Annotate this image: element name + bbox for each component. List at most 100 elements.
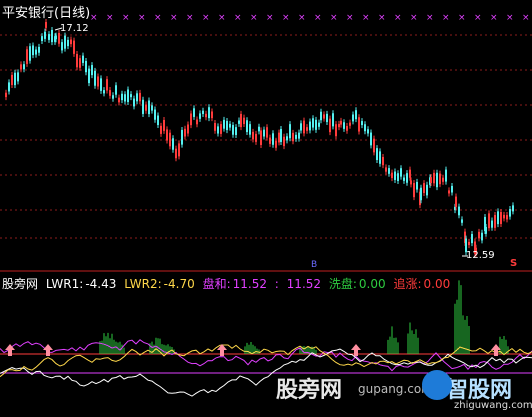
candle-body xyxy=(423,183,425,193)
signal-marker: × xyxy=(506,13,514,23)
candle-body xyxy=(11,74,13,85)
candle-body xyxy=(29,46,31,61)
signal-marker: × xyxy=(154,13,162,23)
candle-body xyxy=(121,93,123,101)
candle-body xyxy=(323,114,325,119)
candle-body xyxy=(109,90,111,96)
candle-body xyxy=(32,45,34,56)
candle-body xyxy=(154,109,156,120)
signal-marker: × xyxy=(458,13,466,23)
candle-body xyxy=(320,111,322,121)
candle-body xyxy=(17,72,19,82)
signal-marker: × xyxy=(394,13,402,23)
candle-body xyxy=(26,49,28,64)
signal-marker: × xyxy=(474,13,482,23)
candle-body xyxy=(332,113,334,127)
candle-body xyxy=(286,136,288,141)
candle-body xyxy=(133,98,135,107)
candle-body xyxy=(442,177,444,182)
candle-body xyxy=(136,93,138,102)
candle-body xyxy=(187,124,189,134)
signal-marker: × xyxy=(90,13,98,23)
indicator-panel[interactable]: 股旁网 LWR1: -4.43 LWR2: -4.70 盘和: 11.52 : 11.… xyxy=(0,272,532,417)
candle-body xyxy=(430,177,432,184)
candle-body xyxy=(196,119,198,125)
candle-body xyxy=(420,187,422,201)
signal-marker: × xyxy=(170,13,178,23)
candle-body xyxy=(142,99,144,114)
candle-body xyxy=(370,132,372,146)
candle-body xyxy=(272,133,274,145)
zhuizhang-value: 0.00 xyxy=(423,277,451,291)
candle-body xyxy=(289,124,291,139)
candle-body xyxy=(260,130,262,145)
candle-body xyxy=(361,121,363,126)
signal-marker: × xyxy=(250,13,258,23)
candle-body xyxy=(439,173,441,185)
candle-body xyxy=(79,58,81,68)
candle-body xyxy=(232,125,234,135)
candle-body xyxy=(214,123,216,131)
candle-body xyxy=(73,40,75,54)
candle-body xyxy=(367,129,369,134)
price-panel[interactable]: × × × × × × × × × × × × × × × × × × × × × × × × × × × × 平安银行(日线) 17… xyxy=(0,0,532,272)
candle-body xyxy=(172,138,174,150)
candle-body xyxy=(169,132,171,147)
candle-body xyxy=(488,213,490,229)
low-price-label: 12.59 xyxy=(466,250,495,261)
candle-body xyxy=(85,60,87,73)
candle-body xyxy=(315,119,317,130)
candle-body xyxy=(318,122,320,127)
candle-body xyxy=(364,124,366,132)
candle-body xyxy=(100,78,102,91)
candle-body xyxy=(410,180,412,185)
candle-body xyxy=(468,241,470,246)
candle-body xyxy=(91,65,93,76)
zhuizhang-label: 追涨: xyxy=(393,277,422,291)
candle-body xyxy=(306,127,308,131)
candle-body xyxy=(382,156,384,166)
candle-body xyxy=(44,31,46,39)
signal-marker: × xyxy=(106,13,114,23)
candle-body xyxy=(106,79,108,91)
signal-marker: × xyxy=(234,13,242,23)
candle-body xyxy=(240,113,242,128)
candle-body xyxy=(124,94,126,102)
panhe-value: 11.52 xyxy=(232,277,267,291)
signal-marker: × xyxy=(266,13,274,23)
signal-marker: × xyxy=(346,13,354,23)
candle-body xyxy=(503,214,505,219)
candle-body xyxy=(38,46,40,53)
candle-body xyxy=(249,124,251,135)
candle-body xyxy=(208,107,210,119)
candle-body xyxy=(178,143,180,157)
candle-body xyxy=(112,95,114,99)
candle-body xyxy=(455,196,457,207)
candle-body xyxy=(166,129,168,141)
signal-marker: × xyxy=(490,13,498,23)
candle-body xyxy=(263,129,265,137)
candle-body xyxy=(160,125,162,134)
candle-body xyxy=(343,122,345,129)
signal-marker: × xyxy=(378,13,386,23)
candle-body xyxy=(376,148,378,161)
price-chart[interactable]: × × × × × × × × × × × × × × × × × × × × × × × × × × × × xyxy=(0,0,532,272)
candle-body xyxy=(451,185,453,193)
lwr2-value: -4.70 xyxy=(163,277,195,291)
candle-body xyxy=(295,134,297,139)
signal-marker: × xyxy=(522,13,530,23)
candle-body xyxy=(157,115,159,126)
candle-body xyxy=(491,220,493,228)
lwr2-label: LWR2: xyxy=(124,277,162,291)
watermark-site-cn: 股旁网 xyxy=(276,378,343,403)
candle-body xyxy=(64,35,66,49)
candle-body xyxy=(303,120,305,134)
indicator-legend: 股旁网 LWR1: -4.43 LWR2: -4.70 盘和: 11.52 : 11.… xyxy=(2,275,454,292)
candle-body xyxy=(458,206,460,216)
indicator-name: 股旁网 xyxy=(2,277,39,291)
signal-marker: × xyxy=(426,13,434,23)
candle-body xyxy=(512,205,514,212)
signal-marker: × xyxy=(282,13,290,23)
sell-marker: S xyxy=(510,258,518,269)
candle-body xyxy=(193,108,195,117)
